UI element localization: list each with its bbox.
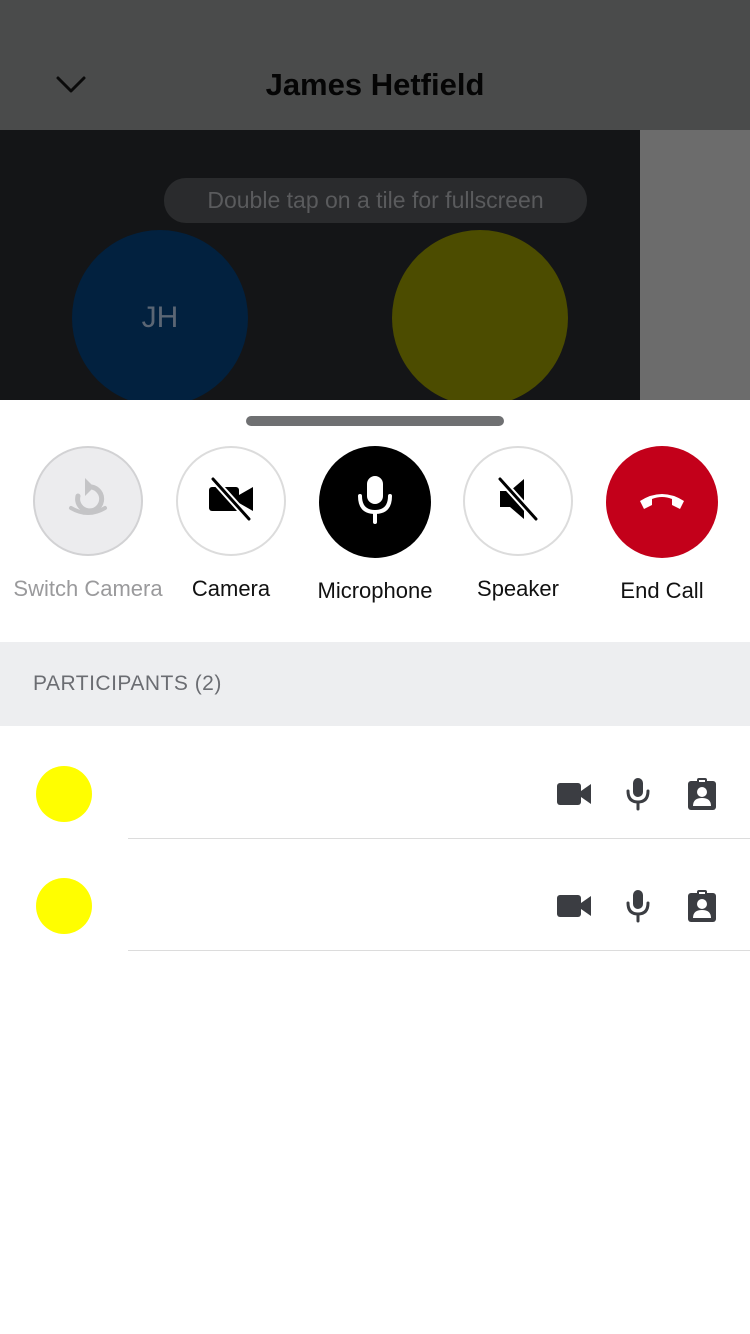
row-divider <box>128 950 750 951</box>
caller-name: James Hetfield <box>265 67 485 102</box>
end-call-button[interactable]: End Call <box>587 446 737 605</box>
switch-camera-label: Switch Camera <box>13 576 163 601</box>
participant-tile[interactable]: JH <box>72 230 248 400</box>
call-header: James Hetfield <box>0 0 750 130</box>
video-grid: Double tap on a tile for fullscreen JH <box>0 130 640 400</box>
avatar <box>36 766 92 822</box>
avatar <box>36 878 92 934</box>
contact-badge-icon[interactable] <box>686 776 718 812</box>
microphone-icon <box>355 474 395 531</box>
microphone-icon[interactable] <box>622 776 654 812</box>
video-side-panel <box>640 130 750 400</box>
video-off-icon <box>205 473 257 530</box>
fullscreen-hint: Double tap on a tile for fullscreen <box>164 178 587 223</box>
speaker-button[interactable]: Speaker <box>443 446 593 603</box>
switch-camera-icon <box>61 472 115 531</box>
microphone-icon[interactable] <box>622 888 654 924</box>
tile-initials: JH <box>141 301 179 334</box>
sheet-drag-handle[interactable] <box>246 416 504 426</box>
contact-badge-icon[interactable] <box>686 888 718 924</box>
participant-row[interactable] <box>0 726 750 839</box>
participant-tile[interactable] <box>392 230 568 400</box>
video-icon[interactable] <box>556 888 592 924</box>
call-controls-sheet: Switch Camera Camera Microphone Speaker … <box>0 400 750 1334</box>
camera-label: Camera <box>191 576 271 601</box>
participant-row[interactable] <box>0 838 750 951</box>
participants-section-header: PARTICIPANTS (2) <box>0 642 750 726</box>
video-icon[interactable] <box>556 776 592 812</box>
end-call-icon <box>636 485 688 520</box>
end-call-label: End Call <box>620 578 704 603</box>
participants-title: PARTICIPANTS (2) <box>33 672 222 695</box>
speaker-off-icon <box>492 473 544 530</box>
microphone-label: Microphone <box>317 578 433 603</box>
microphone-button[interactable]: Microphone <box>300 446 450 605</box>
switch-camera-button[interactable]: Switch Camera <box>13 446 163 603</box>
speaker-label: Speaker <box>477 576 559 601</box>
camera-button[interactable]: Camera <box>156 446 306 603</box>
